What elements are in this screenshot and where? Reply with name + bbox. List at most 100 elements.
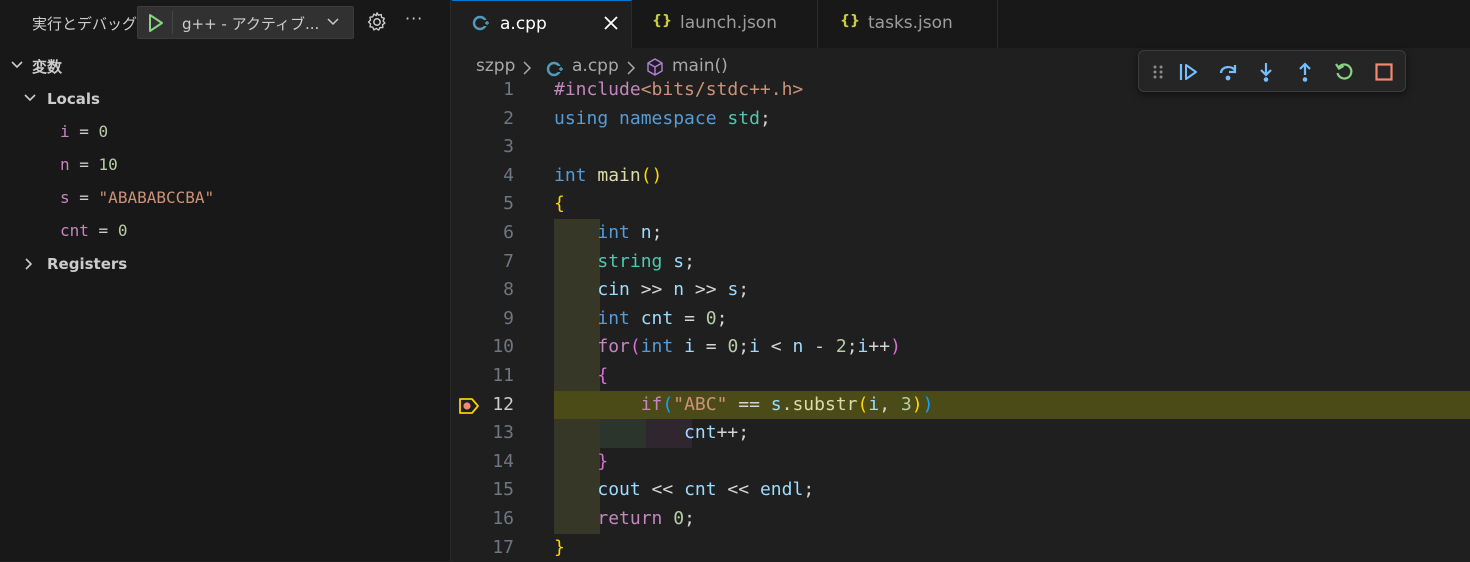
code-line[interactable]: 17} (452, 534, 1470, 562)
registers-scope[interactable]: Registers (47, 252, 127, 276)
start-debugging-icon[interactable] (147, 13, 165, 33)
variable-item[interactable]: cnt = 0 (60, 219, 127, 243)
code-text[interactable]: int n; (554, 219, 662, 248)
line-number[interactable]: 15 (452, 476, 514, 505)
code-token: ++; (716, 422, 750, 444)
line-number[interactable]: 5 (452, 190, 514, 219)
line-number[interactable]: 1 (452, 76, 514, 105)
code-text[interactable]: { (554, 190, 565, 219)
code-token: } (597, 450, 609, 472)
variable-item[interactable]: s = "ABABABCCBA" (60, 186, 214, 210)
tab-label: tasks.json (868, 13, 953, 33)
code-token: int (640, 336, 674, 358)
chevron-right-icon (523, 61, 532, 75)
continue-icon[interactable] (1177, 61, 1199, 83)
code-editor[interactable]: 1 #include<bits/stdc++.h> 2 using namespace… (452, 76, 1470, 561)
code-line[interactable]: 7 string s; (452, 248, 1470, 277)
breadcrumb-symbol[interactable]: main() (672, 56, 728, 76)
code-line[interactable]: 15 cout << cnt << endl; (452, 476, 1470, 505)
code-text[interactable]: cin >> n >> s; (554, 276, 749, 305)
code-line[interactable]: 8 cin >> n >> s; (452, 276, 1470, 305)
code-text[interactable]: #include<bits/stdc++.h> (554, 76, 803, 105)
variable-value: "ABABABCCBA" (98, 188, 215, 207)
code-token: >> (629, 279, 674, 301)
code-line[interactable]: 10 for(int i = 0;i < n - 2;i++) (452, 333, 1470, 362)
variable-equals: = (69, 155, 99, 174)
code-line[interactable]: 4 int main() (452, 162, 1470, 191)
more-actions-icon[interactable]: ··· (405, 9, 423, 28)
variable-item[interactable]: n = 10 (60, 153, 118, 177)
code-text[interactable]: return 0; (554, 505, 695, 534)
line-number[interactable]: 4 (452, 162, 514, 191)
breakpoint-current-icon[interactable] (458, 395, 480, 417)
line-number[interactable]: 10 (452, 333, 514, 362)
code-line[interactable]: 3 (452, 133, 1470, 162)
restart-icon[interactable] (1333, 61, 1355, 83)
code-text[interactable]: int cnt = 0; (554, 305, 727, 334)
code-text[interactable]: } (554, 534, 565, 562)
line-number[interactable]: 11 (452, 362, 514, 391)
code-text[interactable]: if("ABC" == s.substr(i, 3)) (554, 391, 934, 420)
code-token: int (597, 307, 630, 329)
variable-equals: = (69, 122, 99, 141)
line-number[interactable]: 16 (452, 505, 514, 534)
code-text[interactable]: for(int i = 0;i < n - 2;i++) (554, 333, 901, 362)
code-text[interactable]: { (554, 362, 608, 391)
step-over-icon[interactable] (1217, 61, 1239, 83)
line-number[interactable]: 13 (452, 419, 514, 448)
variable-item[interactable]: i = 0 (60, 120, 108, 144)
line-number[interactable]: 8 (452, 276, 514, 305)
line-number[interactable]: 9 (452, 305, 514, 334)
step-into-icon[interactable] (1255, 61, 1277, 83)
code-line[interactable]: 14 } (452, 448, 1470, 477)
code-line[interactable]: 2 using namespace std; (452, 105, 1470, 134)
code-line[interactable]: 13 cnt++; (452, 419, 1470, 448)
code-token: = (673, 307, 706, 329)
code-text[interactable]: } (554, 448, 608, 477)
tab-label: a.cpp (500, 14, 547, 34)
step-out-icon[interactable] (1294, 61, 1316, 83)
gear-icon[interactable] (366, 11, 388, 33)
close-icon[interactable] (602, 12, 620, 34)
code-text[interactable]: using namespace std; (554, 105, 771, 134)
chevron-down-icon[interactable] (9, 58, 25, 72)
code-token: endl (759, 479, 804, 501)
code-token: << (716, 479, 760, 501)
line-number[interactable]: 7 (452, 248, 514, 277)
code-line[interactable]: 11 { (452, 362, 1470, 391)
tab-a-cpp[interactable]: a.cpp (452, 0, 632, 48)
line-number[interactable]: 17 (452, 534, 514, 562)
locals-scope[interactable]: Locals (47, 87, 100, 111)
code-token: ; (738, 336, 750, 358)
chevron-down-icon[interactable] (22, 91, 38, 105)
code-token: main (597, 164, 641, 186)
tab-launch-json[interactable]: {} launch.json (632, 0, 818, 48)
code-line[interactable]: 5{ (452, 190, 1470, 219)
code-line[interactable]: 12 if("ABC" == s.substr(i, 3)) (452, 391, 1470, 420)
tab-tasks-json[interactable]: {} tasks.json (818, 0, 998, 48)
line-number[interactable]: 6 (452, 219, 514, 248)
variables-section-title[interactable]: 変数 (32, 56, 62, 77)
code-token: cnt (684, 479, 717, 501)
code-token: n (673, 279, 685, 301)
line-number[interactable]: 3 (452, 133, 514, 162)
debug-header: 実行とデバッグ g++ - アクティブ... ··· (0, 0, 451, 48)
breadcrumb-folder[interactable]: szpp (476, 56, 515, 76)
stop-icon[interactable] (1373, 61, 1395, 83)
code-line[interactable]: 6 int n; (452, 219, 1470, 248)
code-text[interactable]: cout << cnt << endl; (554, 476, 814, 505)
variable-equals: = (69, 188, 99, 207)
line-number[interactable]: 2 (452, 105, 514, 134)
code-text[interactable]: int main() (554, 162, 662, 191)
breadcrumb-file[interactable]: a.cpp (572, 56, 619, 76)
grip-icon[interactable] (1147, 61, 1169, 83)
launch-config-select[interactable]: g++ - アクティブ... (137, 6, 354, 39)
line-number[interactable]: 14 (452, 448, 514, 477)
editor-tabs: a.cpp {} launch.json {} tasks.json (452, 0, 1470, 48)
code-line[interactable]: 16 return 0; (452, 505, 1470, 534)
code-text[interactable]: cnt++; (554, 419, 749, 448)
code-text[interactable]: string s; (554, 248, 695, 277)
code-line[interactable]: 9 int cnt = 0; (452, 305, 1470, 334)
chevron-right-icon[interactable] (22, 256, 36, 272)
